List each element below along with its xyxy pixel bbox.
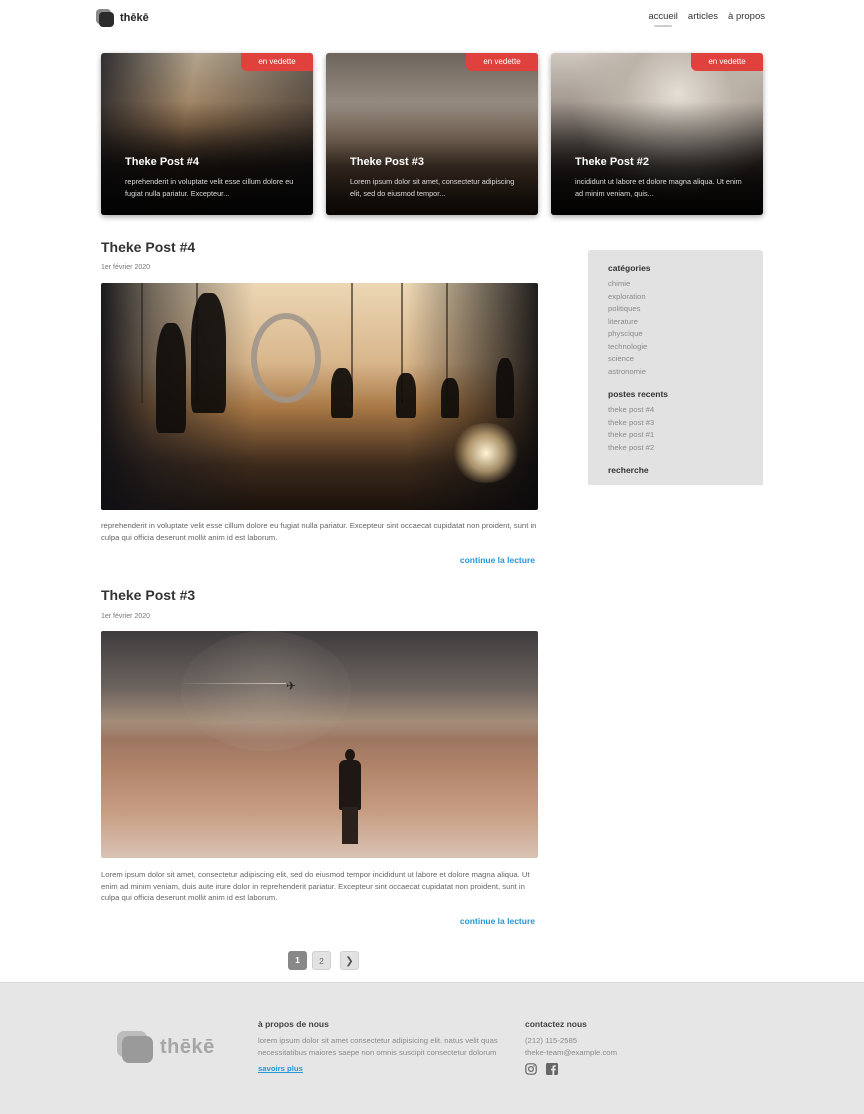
main-nav: accueil articles à propos: [648, 11, 765, 27]
nav-item-articles[interactable]: articles: [688, 11, 718, 22]
footer-logo[interactable]: thēkē: [117, 1031, 215, 1063]
featured-excerpt: incididunt ut labore et dolore magna ali…: [575, 177, 742, 198]
site-footer: thēkē à propos de nous lorem ipsum dolor…: [0, 982, 864, 1114]
post-image[interactable]: ✈: [101, 631, 538, 858]
featured-excerpt: reprehenderit in voluptate velit esse ci…: [125, 177, 294, 198]
category-item[interactable]: physcique: [608, 328, 743, 341]
category-item[interactable]: exploration: [608, 291, 743, 304]
footer-contact-heading: contactez nous: [525, 1019, 587, 1029]
recent-post-item[interactable]: theke post #4: [608, 404, 743, 417]
featured-title: Theke Post #4: [125, 156, 199, 168]
nav-item-a-propos[interactable]: à propos: [728, 11, 765, 22]
footer-phone: (212) 115-2585: [525, 1036, 577, 1045]
footer-contact: contactez nous (212) 115-2585 theke-team…: [525, 1019, 685, 1076]
post-title[interactable]: Theke Post #3: [101, 587, 195, 603]
pagination: 1 2 ❯: [288, 951, 359, 970]
social-links: [525, 1062, 685, 1076]
footer-about-link[interactable]: savoirs plus: [258, 1064, 303, 1073]
categories-heading: catégories: [608, 263, 651, 273]
post-excerpt: reprehenderit in voluptate velit esse ci…: [101, 521, 537, 542]
featured-title: Theke Post #3: [350, 156, 424, 168]
site-header: thēkē accueil articles à propos: [0, 0, 864, 36]
featured-title: Theke Post #2: [575, 156, 649, 168]
footer-about-heading: à propos de nous: [258, 1019, 329, 1029]
featured-badge: en vedette: [241, 53, 313, 71]
featured-card[interactable]: en vedette Theke Post #2 incididunt ut l…: [551, 53, 763, 215]
post-image[interactable]: [101, 283, 538, 510]
post-date: 1er février 2020: [101, 613, 151, 620]
category-item[interactable]: technologie: [608, 341, 743, 354]
category-item[interactable]: literature: [608, 316, 743, 329]
instagram-icon[interactable]: [525, 1062, 537, 1075]
category-item[interactable]: astronomie: [608, 366, 743, 379]
featured-card[interactable]: en vedette Theke Post #3 Lorem ipsum dol…: [326, 53, 538, 215]
category-item[interactable]: politiques: [608, 303, 743, 316]
footer-logo-text: thēkē: [160, 1035, 215, 1058]
recent-posts-heading: postes recents: [608, 389, 668, 399]
logo-mark-icon: [96, 9, 114, 27]
footer-about: à propos de nous lorem ipsum dolor sit a…: [258, 1019, 513, 1076]
post-date: 1er février 2020: [101, 264, 151, 271]
nav-item-accueil[interactable]: accueil: [648, 11, 678, 27]
categories-list: chimie exploration politiques literature…: [608, 278, 743, 378]
post-title[interactable]: Theke Post #4: [101, 239, 195, 255]
featured-badge: en vedette: [691, 53, 763, 71]
footer-email[interactable]: theke-team@example.com: [525, 1047, 685, 1059]
category-item[interactable]: science: [608, 353, 743, 366]
next-page-icon[interactable]: ❯: [340, 951, 359, 970]
recent-post-item[interactable]: theke post #1: [608, 429, 743, 442]
recent-posts-list: theke post #4 theke post #3 theke post #…: [608, 404, 743, 454]
featured-card[interactable]: en vedette Theke Post #4 reprehenderit i…: [101, 53, 313, 215]
page-button-2[interactable]: 2: [312, 951, 331, 970]
logo-text: thēkē: [120, 12, 149, 24]
featured-posts: en vedette Theke Post #4 reprehenderit i…: [101, 53, 763, 215]
search-heading: recherche: [608, 465, 649, 475]
featured-badge: en vedette: [466, 53, 538, 71]
page-button-1[interactable]: 1: [288, 951, 307, 970]
facebook-icon[interactable]: [546, 1062, 558, 1076]
site-logo[interactable]: thēkē: [96, 9, 149, 27]
sidebar: catégories chimie exploration politiques…: [588, 250, 763, 485]
footer-logo-mark-icon: [117, 1031, 153, 1063]
read-more-link[interactable]: continue la lecture: [460, 555, 535, 565]
airplane-icon: ✈: [286, 679, 297, 693]
post-excerpt: Lorem ipsum dolor sit amet, consectetur …: [101, 870, 530, 903]
category-item[interactable]: chimie: [608, 278, 743, 291]
recent-post-item[interactable]: theke post #3: [608, 417, 743, 430]
recent-post-item[interactable]: theke post #2: [608, 442, 743, 455]
footer-about-text: lorem ipsum dolor sit amet consectetur a…: [258, 1036, 498, 1057]
read-more-link[interactable]: continue la lecture: [460, 916, 535, 926]
featured-excerpt: Lorem ipsum dolor sit amet, consectetur …: [350, 177, 515, 198]
